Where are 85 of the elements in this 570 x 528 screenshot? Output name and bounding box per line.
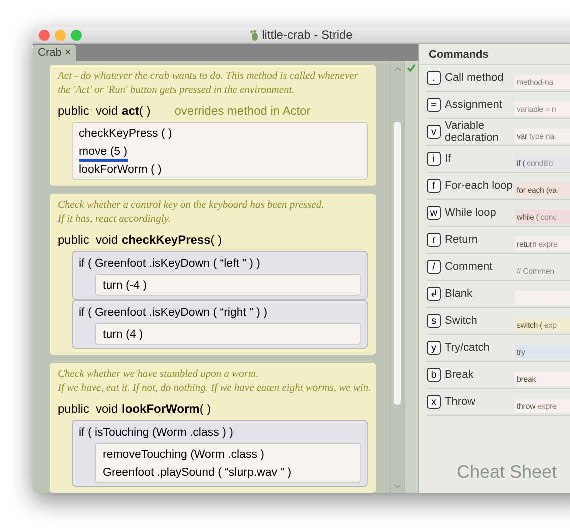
command-label: Assignment: [444, 99, 504, 111]
command-preview: throw expre: [515, 399, 570, 413]
method-comment: If it has, react accordingly.: [58, 213, 172, 227]
method-comment: Act - do whatever the crab wants to do. This method is called whenever: [58, 70, 360, 84]
command-preview: if ( conditio: [515, 156, 570, 170]
code-statement: turn (-4 ): [103, 280, 148, 293]
method-comment: Check whether we have stumbled upon a worm.: [58, 368, 260, 382]
shortcut-key: w: [427, 206, 441, 220]
command-label: For-each loop: [444, 180, 514, 192]
command-item[interactable]: s Switch switch ( exp: [427, 308, 570, 335]
method-modifiers: public void: [58, 233, 118, 247]
command-item[interactable]: x Throw throw expre: [427, 389, 570, 416]
command-item[interactable]: = Assignment variable = n: [427, 92, 570, 119]
command-label: While loop: [444, 207, 498, 219]
command-label: Call method: [444, 72, 505, 84]
scroll-up-icon[interactable]: [394, 67, 402, 72]
method-modifiers: public void: [58, 402, 118, 416]
command-item[interactable]: f For-each loop for each (va: [427, 173, 570, 200]
command-preview: switch ( exp: [515, 318, 570, 332]
method-name: act( ): [122, 104, 151, 118]
editor-tab[interactable]: Crab ×: [33, 45, 76, 61]
shortcut-key: r: [427, 233, 441, 247]
command-label: Comment: [444, 261, 494, 273]
shortcut-key: /: [427, 260, 441, 274]
scroll-down-icon[interactable]: [394, 484, 402, 489]
command-preview: break: [515, 372, 570, 386]
command-preview: return expre: [515, 237, 570, 251]
command-label: Throw: [444, 396, 477, 408]
command-preview: variable = n: [515, 102, 570, 116]
zoom-button[interactable]: [71, 30, 82, 40]
if-condition: if ( isTouching (Worm .class ) ): [79, 427, 234, 440]
shortcut-key: y: [427, 341, 441, 355]
method-comment: Check whether a control key on the keyboard has been pressed.: [58, 199, 326, 213]
shortcut-key: .: [427, 71, 441, 85]
scroll-thumb[interactable]: [394, 122, 401, 405]
shortcut-key: =: [427, 98, 441, 112]
command-label: Break: [444, 369, 475, 381]
code-statement: checkKeyPress ( ): [79, 128, 172, 141]
checkmark-icon: [407, 64, 416, 72]
command-item[interactable]: i If if ( conditio: [427, 146, 570, 173]
scrollbar[interactable]: [390, 61, 404, 493]
code-statement: removeTouching (Worm .class ): [103, 449, 264, 462]
shortcut-key: s: [427, 314, 441, 328]
shortcut-key: v: [427, 125, 441, 139]
command-item[interactable]: y Try/catch try: [427, 335, 570, 362]
command-label: If: [444, 153, 452, 165]
shortcut-key: x: [427, 395, 441, 409]
command-preview: for each (va: [515, 183, 570, 197]
command-preview: method-na: [515, 75, 570, 89]
method-name: checkKeyPress( ): [122, 233, 222, 247]
cheat-sheet-label: Cheat Sheet: [456, 462, 558, 484]
code-statement: move (5 ): [79, 146, 128, 162]
shortcut-key: b: [427, 368, 441, 382]
command-label: Switch: [444, 315, 478, 327]
command-label: Return: [444, 234, 480, 246]
command-label: Blank: [444, 288, 474, 300]
command-preview: var type na: [515, 129, 570, 143]
close-button[interactable]: [39, 30, 50, 40]
shortcut-key: i: [427, 152, 441, 166]
command-item[interactable]: . Call method method-na: [427, 65, 570, 92]
command-label: Variable declaration: [444, 120, 500, 144]
code-statement: lookForWorm ( ): [79, 164, 162, 177]
command-preview: try: [515, 345, 570, 359]
if-condition: if ( Greenfoot .isKeyDown ( “right ” ) ): [79, 307, 268, 320]
method-modifiers: public void: [58, 104, 118, 118]
code-statement: Greenfoot .playSound ( “slurp.wav ” ): [103, 467, 292, 480]
command-label: Try/catch: [444, 342, 491, 354]
command-item[interactable]: ↲ Blank: [427, 281, 570, 308]
minimize-button[interactable]: [55, 30, 66, 40]
command-item[interactable]: r Return return expre: [427, 227, 570, 254]
command-item[interactable]: b Break break: [427, 362, 570, 389]
panel-title: Commands: [419, 44, 570, 65]
shortcut-key: ↲: [427, 287, 441, 301]
shortcut-key: f: [427, 179, 441, 193]
window-title: little-crab - Stride: [262, 28, 353, 42]
command-item[interactable]: / Comment // Commen: [427, 254, 570, 281]
command-preview: while ( conc: [515, 210, 570, 224]
footprint-icon: [250, 30, 260, 40]
method-comment: If we have, eat it. If not, do nothing. If we have eaten eight worms, we win.: [58, 382, 368, 396]
code-statement: turn (4 ): [103, 329, 144, 342]
method-name: lookForWorm( ): [122, 402, 212, 416]
method-comment: the 'Act' or 'Run' button gets pressed in the environment.: [58, 84, 296, 98]
command-item[interactable]: w While loop while ( conc: [427, 200, 570, 227]
if-condition: if ( Greenfoot .isKeyDown ( “left ” ) ): [79, 258, 260, 271]
override-note: overrides method in Actor: [174, 104, 311, 118]
